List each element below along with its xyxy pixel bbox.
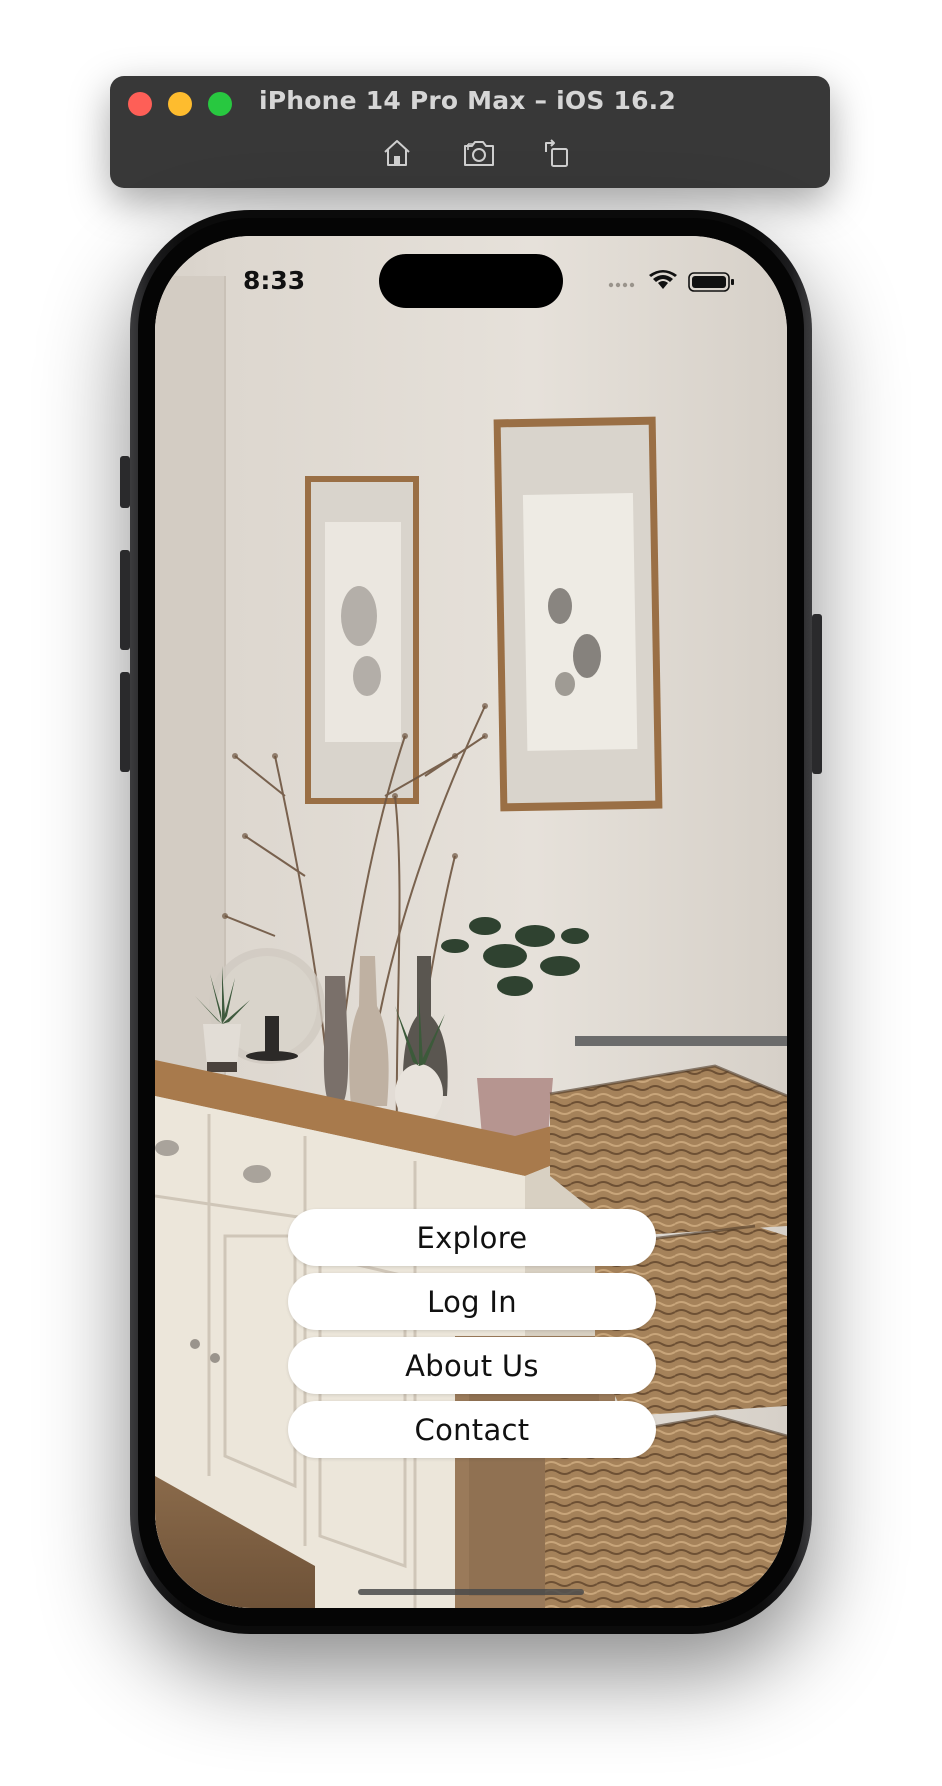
dynamic-island <box>379 254 563 308</box>
status-time: 8:33 <box>243 266 306 295</box>
simulator-title: iPhone 14 Pro Max – iOS 16.2 <box>259 86 676 115</box>
power-button <box>812 614 822 774</box>
battery-icon <box>688 272 734 292</box>
about-us-button[interactable]: About Us <box>288 1337 656 1394</box>
volume-down-button <box>120 672 130 772</box>
mute-switch <box>120 456 130 508</box>
signal-icon <box>608 282 635 288</box>
volume-up-button <box>120 550 130 650</box>
screenshot-icon[interactable] <box>462 136 496 170</box>
rotate-icon[interactable] <box>540 136 574 170</box>
login-button[interactable]: Log In <box>288 1273 656 1330</box>
explore-button[interactable]: Explore <box>288 1209 656 1266</box>
wifi-icon <box>649 270 677 289</box>
app-screen: 8:33 Explore Log In About Us Contact <box>155 236 787 1608</box>
home-icon[interactable] <box>380 136 414 170</box>
contact-button[interactable]: Contact <box>288 1401 656 1458</box>
home-indicator[interactable] <box>358 1589 584 1595</box>
status-icons <box>608 270 734 292</box>
menu-buttons: Explore Log In About Us Contact <box>288 1209 656 1458</box>
